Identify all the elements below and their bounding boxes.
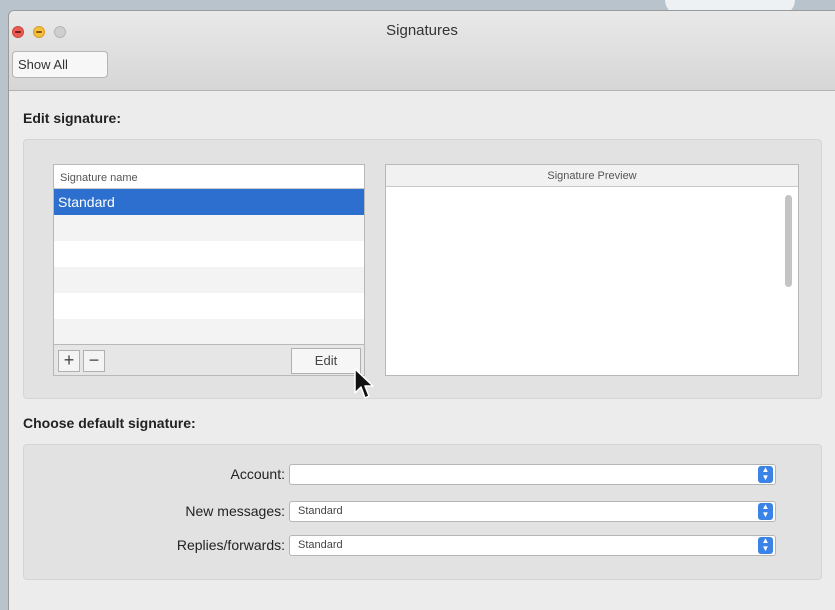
replies-forwards-select[interactable]: Standard ▲ ▼ [289,535,776,556]
window-title: Signatures [386,22,458,39]
signatures-window: Signatures Show All Edit signature: Sign… [8,10,835,610]
signature-list[interactable]: Signature name Standard [53,164,365,369]
preview-header: Signature Preview [386,165,798,187]
list-column-header[interactable]: Signature name [54,165,364,189]
account-label: Account: [230,466,285,482]
updown-chevron-icon: ▲ ▼ [758,466,773,483]
title-bar: Signatures Show All [9,11,835,91]
replies-forwards-label: Replies/forwards: [176,537,285,553]
new-messages-select[interactable]: Standard ▲ ▼ [289,501,776,522]
new-messages-label: New messages: [185,503,285,519]
add-signature-button[interactable]: + [58,350,80,372]
replies-forwards-select-value: Standard [298,539,343,551]
list-item[interactable] [54,319,364,345]
updown-chevron-icon: ▲ ▼ [758,537,773,554]
edit-signature-button[interactable]: Edit [291,348,361,374]
list-item[interactable]: Standard [54,189,364,215]
account-select[interactable]: ▲ ▼ [289,464,776,485]
list-toolbar: + − Edit [53,344,365,376]
list-item[interactable] [54,215,364,241]
remove-signature-button[interactable]: − [83,350,105,372]
edit-signature-heading: Edit signature: [23,110,122,126]
show-all-button[interactable]: Show All [12,51,108,78]
mouse-pointer-icon [354,368,374,399]
choose-default-heading: Choose default signature: [23,415,196,431]
signature-preview: Signature Preview [385,164,799,376]
list-item[interactable] [54,267,364,293]
list-item[interactable] [54,293,364,319]
list-item[interactable] [54,241,364,267]
preview-scrollbar[interactable] [785,195,792,287]
new-messages-select-value: Standard [298,505,343,517]
updown-chevron-icon: ▲ ▼ [758,503,773,520]
